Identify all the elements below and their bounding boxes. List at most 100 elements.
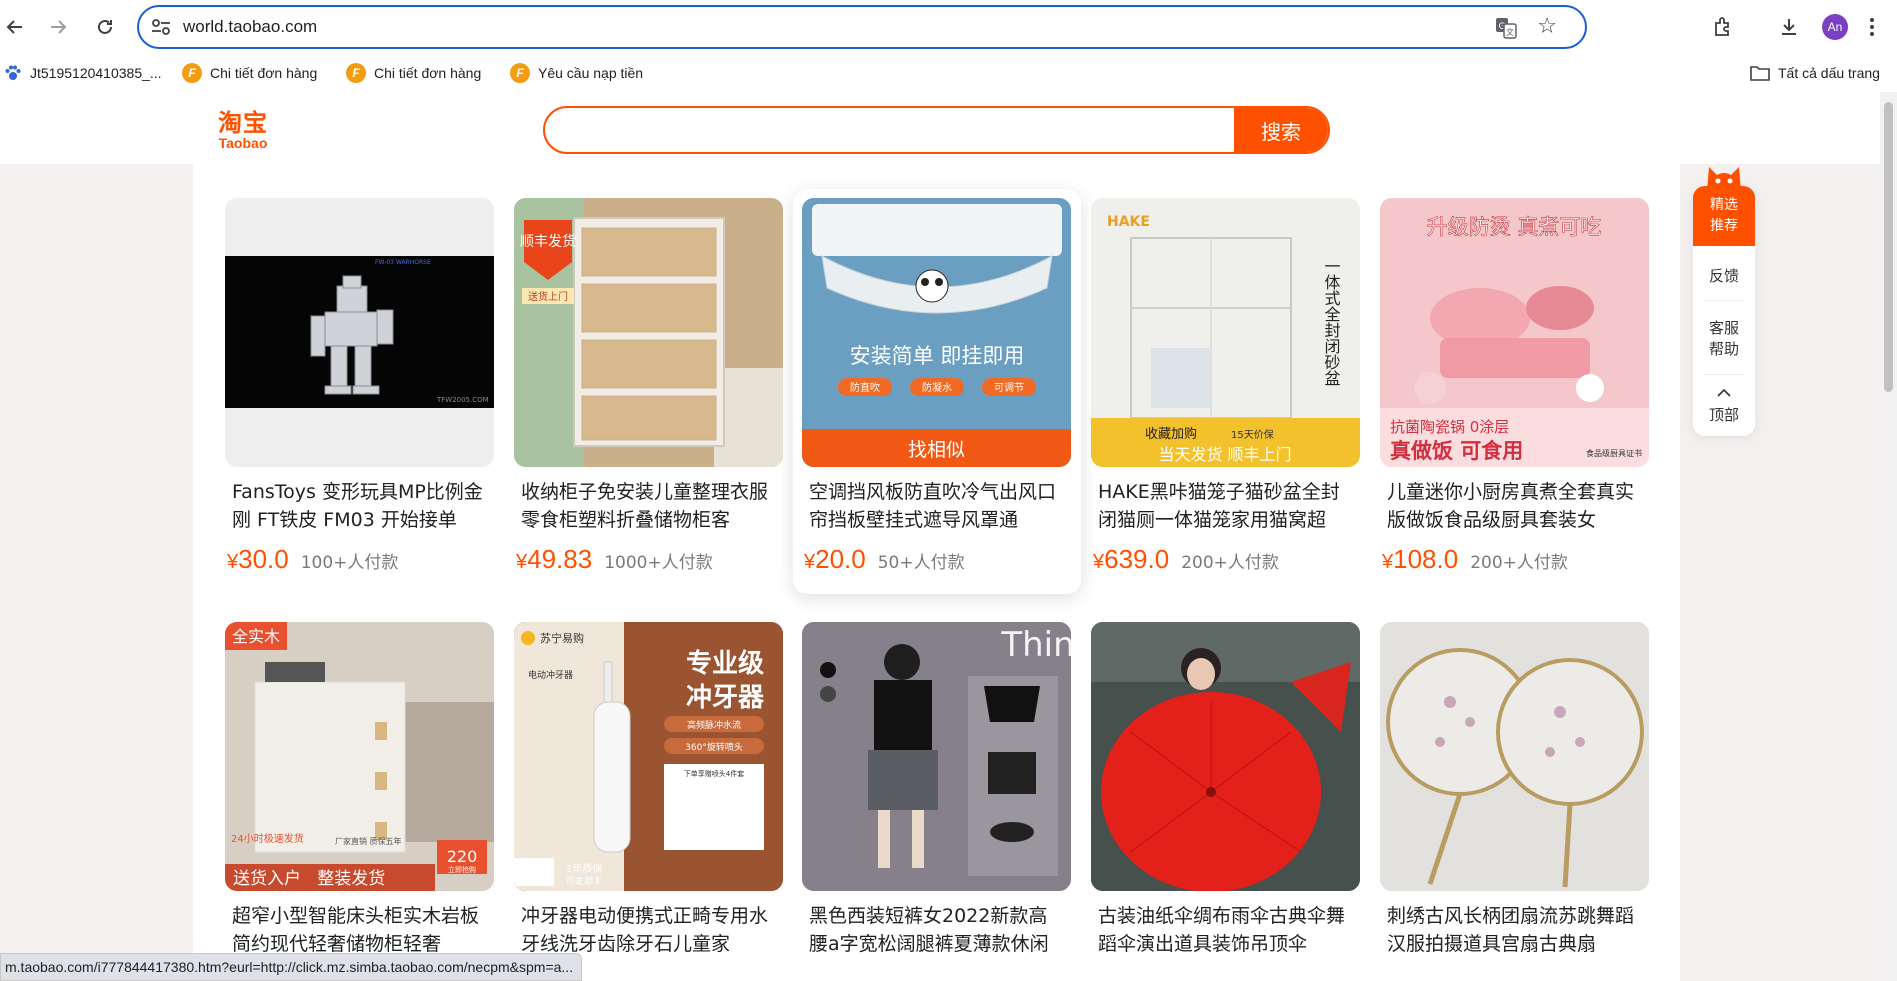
product-title[interactable]: HAKE黑咔猫笼子猫砂盆全封闭猫厕一体猫笼家用猫窝超 [1091, 478, 1360, 534]
product-title[interactable]: FansToys 变形玩具MP比例金刚 FT铁皮 FM03 开始接单 [225, 478, 494, 534]
product-image-ac-deflector[interactable]: 安装简单 即挂即用 防直吹 防凝水 可调节 找相似 [802, 198, 1071, 467]
site-settings-icon[interactable] [151, 18, 171, 36]
help-line2: 帮助 [1708, 340, 1739, 358]
back-icon[interactable] [0, 12, 30, 42]
product-card[interactable]: 顺丰发货 送货上门 收纳柜子免安装儿童整理衣服零食柜塑料折叠储物柜客 ¥49.8… [514, 198, 783, 575]
customer-service-button[interactable]: 客服 帮助 [1693, 318, 1755, 360]
product-image-cat-cage[interactable]: HAKE 一体式全封闭砂盆 收藏加购 15天价保 当天发货 顺丰上门 [1091, 198, 1360, 467]
search-input[interactable] [545, 108, 1225, 152]
vertical-text: 一体式全封闭砂盆 [1322, 258, 1341, 386]
bookmark-label: Chi tiết đơn hàng [210, 65, 318, 81]
profile-avatar[interactable]: An [1822, 14, 1848, 40]
badge-sub-text: 送货上门 [528, 290, 568, 303]
product-image-shorts[interactable]: Thin [802, 622, 1071, 891]
price-value: 49.83 [527, 544, 593, 574]
product-title[interactable]: 儿童迷你小厨房真煮全套真实版做饭食品级厨具套装女 [1380, 478, 1649, 534]
product-card[interactable]: Thin 黑色西装短裤女2022新款高腰a字宽松阔腿裤夏薄款休闲 [802, 622, 1071, 958]
product-card[interactable]: 升级防烫 真煮可吃 抗菌陶瓷锅 0涂层 真做饭 可食用 食品级厨具证书 儿童迷你… [1380, 198, 1649, 575]
bookmark-item[interactable]: F Chi tiết đơn hàng [346, 62, 481, 84]
address-bar[interactable]: world.taobao.com G 文 ☆ [137, 5, 1587, 49]
bookmark-star-icon[interactable]: ☆ [1537, 15, 1557, 39]
sold-count: 100+人付款 [300, 553, 399, 573]
status-link-preview: m.taobao.com/i777844417380.htm?eurl=http… [0, 953, 583, 981]
bookmark-item[interactable]: F Yêu cầu nạp tiền [510, 62, 643, 84]
download-icon[interactable] [1776, 14, 1802, 40]
floating-side-panel: 精选推荐 反馈 客服 帮助 顶部 [1693, 186, 1755, 436]
product-image-umbrella[interactable] [1091, 622, 1360, 891]
sold-count: 200+人付款 [1470, 553, 1568, 573]
forward-icon[interactable] [43, 12, 73, 42]
product-image-nightstand[interactable]: 全实木 24小时极速发货 厂家直销 质保五年 220 立即抢购 送货入户 整装发… [225, 622, 494, 891]
currency-symbol: ¥ [1382, 551, 1394, 573]
bookmark-item[interactable]: Jt5195120410385_... [4, 62, 162, 84]
bookmark-item[interactable]: F Chi tiết đơn hàng [182, 62, 317, 84]
bookmark-label: Jt5195120410385_... [30, 65, 162, 81]
small-tag2-text: 厂家直销 质保五年 [335, 836, 402, 846]
overlay-bottom2-text: 真做饭 可食用 [1390, 439, 1523, 463]
taobao-logo[interactable]: 淘宝 Taobao [212, 110, 274, 150]
product-title[interactable]: 刺绣古风长柄团扇流苏跳舞蹈汉服拍摄道具宫扇古典扇 [1380, 902, 1649, 958]
tag-text: 防凝水 [922, 381, 952, 394]
recommend-label: 精选推荐 [1710, 197, 1738, 234]
search-box[interactable]: 搜索 [543, 106, 1330, 154]
page-scrollbar[interactable] [1880, 92, 1897, 981]
product-price: ¥30.0 [227, 544, 289, 575]
product-image-water-flosser[interactable]: 苏宁易购 电动冲牙器 专业级 冲牙器 高频脉冲水流 360°旋转喷头 下单享赠喷… [514, 622, 783, 891]
overlay-text: Thin [1000, 625, 1071, 665]
back-to-top-button[interactable]: 顶部 [1693, 384, 1755, 426]
find-similar-button[interactable]: 找相似 [802, 429, 1071, 467]
svg-text:FW-03 WARHORSE: FW-03 WARHORSE [375, 259, 431, 266]
product-card[interactable]: FW-03 WARHORSE TFW2005.COM FansToys 变形玩具… [225, 198, 494, 575]
url-text[interactable]: world.taobao.com [183, 17, 317, 37]
price-value: 108.0 [1393, 544, 1459, 574]
recommend-button[interactable]: 精选推荐 [1693, 186, 1755, 246]
feedback-button[interactable]: 反馈 [1693, 266, 1755, 287]
reload-icon[interactable] [90, 12, 120, 42]
product-title[interactable]: 收纳柜子免安装儿童整理衣服零食柜塑料折叠储物柜客 [514, 478, 783, 534]
banner-top-small-text: 15天价保 [1231, 428, 1274, 441]
divider [1703, 374, 1745, 375]
extensions-icon[interactable] [1710, 14, 1736, 40]
nozzle-text: 下单享赠喷头4件套 [684, 769, 744, 778]
product-title[interactable]: 黑色西装短裤女2022新款高腰a字宽松阔腿裤夏薄款休闲 [802, 902, 1071, 958]
product-title[interactable]: 冲牙器电动便携式正畸专用水牙线洗牙齿除牙石儿童家 [514, 902, 783, 958]
product-image-mini-kitchen[interactable]: 升级防烫 真煮可吃 抗菌陶瓷锅 0涂层 真做饭 可食用 食品级厨具证书 [1380, 198, 1649, 467]
sold-count: 50+人付款 [877, 553, 965, 573]
product-card[interactable]: 刺绣古风长柄团扇流苏跳舞蹈汉服拍摄道具宫扇古典扇 [1380, 622, 1649, 958]
folder-icon [1750, 66, 1770, 81]
headline2-text: 冲牙器 [686, 683, 765, 713]
product-title[interactable]: 超窄小型智能床头柜实木岩板简约现代轻奢储物柜轻奢 [225, 902, 494, 958]
translate-icon[interactable]: G 文 [1495, 17, 1517, 39]
product-image-robot[interactable]: FW-03 WARHORSE TFW2005.COM [225, 198, 494, 467]
browser-menu-icon[interactable] [1865, 14, 1879, 40]
product-image-cabinet[interactable]: 顺丰发货 送货上门 [514, 198, 783, 467]
banner-top-text: 收藏加购 [1145, 426, 1197, 442]
f-logo-icon: F [510, 63, 530, 83]
bookmark-label: Yêu cầu nạp tiền [538, 65, 644, 81]
scrollbar-thumb[interactable] [1884, 102, 1893, 392]
product-title[interactable]: 空调挡风板防直吹冷气出风口帘挡板壁挂式遮导风罩通 [802, 478, 1071, 534]
corner-text: 全实木 [232, 627, 280, 646]
product-image-fans[interactable] [1380, 622, 1649, 891]
search-button[interactable]: 搜索 [1234, 108, 1328, 152]
small-tag-text: 24小时极速发货 [231, 832, 304, 845]
product-card[interactable]: 全实木 24小时极速发货 厂家直销 质保五年 220 立即抢购 送货入户 整装发… [225, 622, 494, 958]
headline1-text: 专业级 [686, 648, 764, 679]
top-label: 顶部 [1708, 406, 1739, 424]
product-card-hovered[interactable]: 安装简单 即挂即用 防直吹 防凝水 可调节 找相似 空调挡风板防直吹冷气出风口帘… [802, 198, 1071, 575]
product-card[interactable]: HAKE 一体式全封闭砂盆 收藏加购 15天价保 当天发货 顺丰上门 HAKE黑… [1091, 198, 1360, 575]
overlay-top-text: 升级防烫 真煮可吃 [1427, 215, 1602, 239]
product-card[interactable]: 古装油纸伞绸布雨伞古典伞舞蹈伞演出道具装饰吊顶伞 [1091, 622, 1360, 958]
sold-count: 200+人付款 [1181, 553, 1279, 573]
tag-text: 可调节 [994, 382, 1024, 394]
chevron-up-icon [1717, 388, 1731, 397]
product-title[interactable]: 古装油纸伞绸布雨伞古典伞舞蹈伞演出道具装饰吊顶伞 [1091, 902, 1360, 958]
brand-text: HAKE [1107, 214, 1150, 230]
cert-text: 食品级厨具证书 [1586, 448, 1642, 458]
logo-en: Taobao [218, 135, 268, 151]
product-card[interactable]: 苏宁易购 电动冲牙器 专业级 冲牙器 高频脉冲水流 360°旋转喷头 下单享赠喷… [514, 622, 783, 958]
product-price: ¥20.0 [804, 544, 866, 575]
all-bookmarks-button[interactable]: Tất cả dấu trang [1750, 62, 1880, 84]
tag-text: 防直吹 [850, 381, 880, 394]
taobao-header: 淘宝 Taobao 搜索 [0, 92, 1880, 164]
